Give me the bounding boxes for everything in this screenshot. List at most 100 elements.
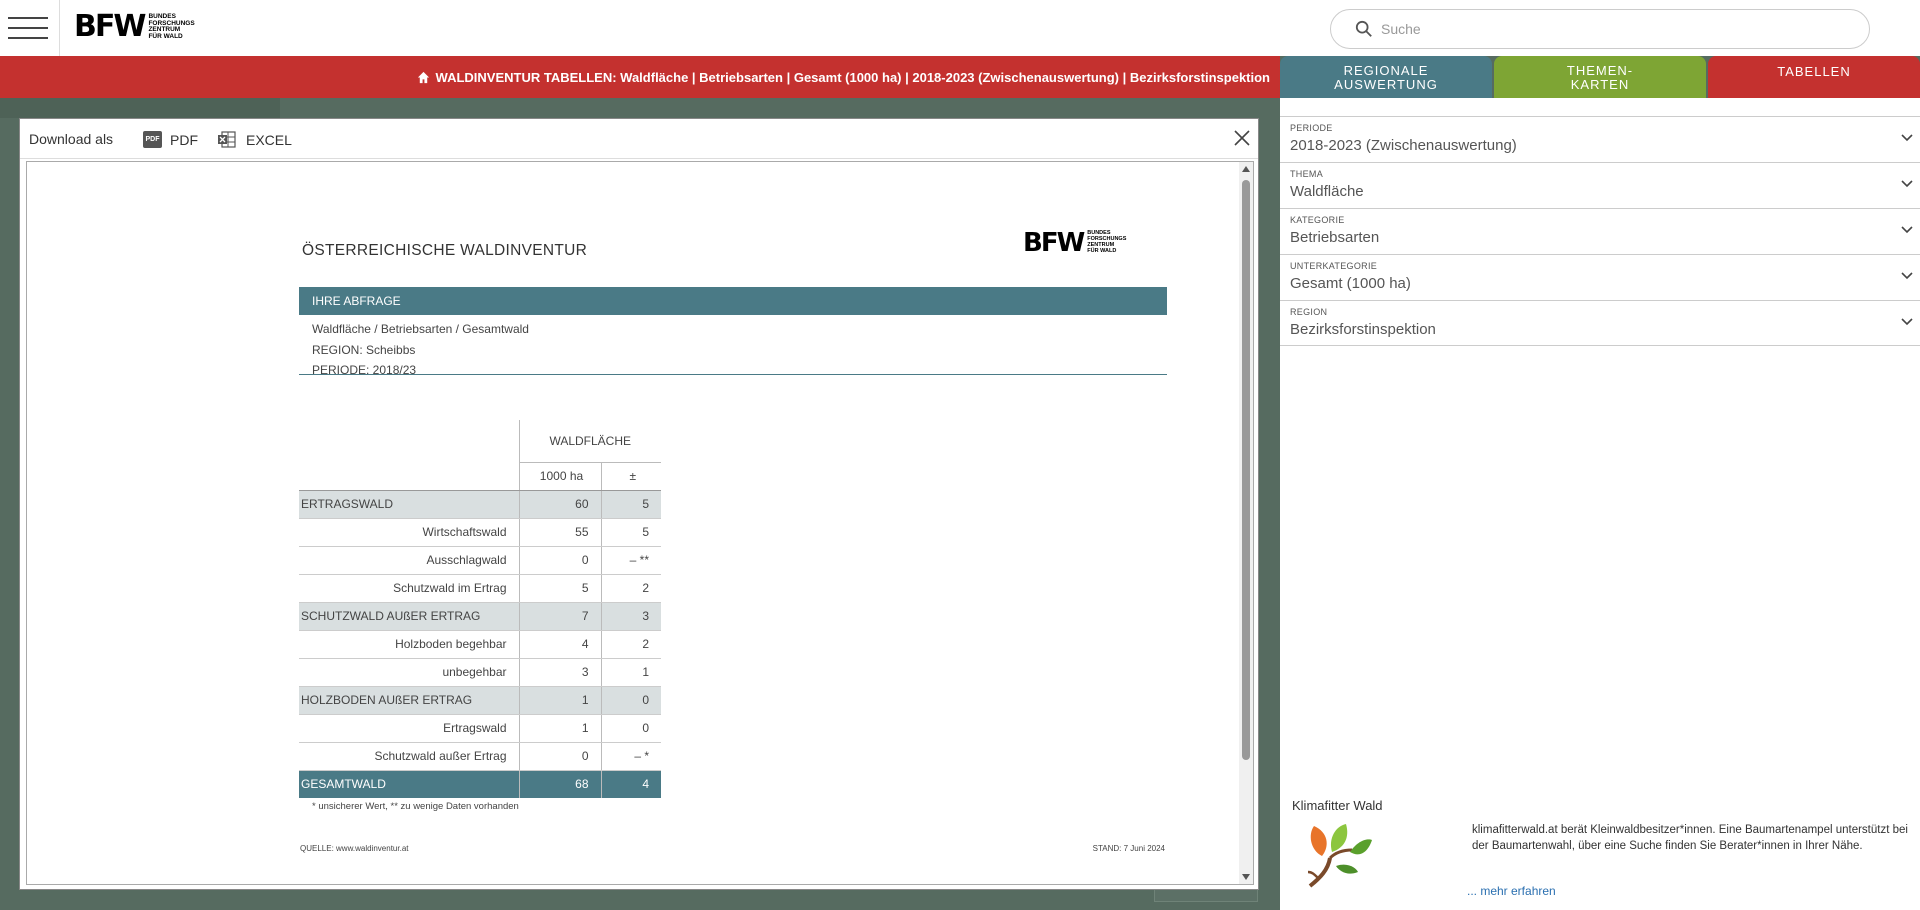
klimafitter-wald-promo: Klimafitter Wald klimafitterwald.at berä… bbox=[1292, 798, 1912, 898]
tab-themenkarten[interactable]: THEMEN- KARTEN bbox=[1494, 56, 1706, 98]
row-label: Schutzwald im Ertrag bbox=[299, 574, 519, 603]
stand-date: STAND: 7 Juni 2024 bbox=[1092, 844, 1165, 853]
bfw-logo[interactable]: BFW BUNDES FORSCHUNGS ZENTRUM FÜR WALD bbox=[74, 12, 208, 42]
query-line: REGION: Scheibbs bbox=[312, 342, 416, 357]
waldflaeche-table: WALDFLÄCHE 1000 ha ± ERTRAGSWALD 60 5 Wirts… bbox=[299, 420, 661, 798]
row-label: Wirtschaftswald bbox=[299, 518, 519, 547]
breadcrumb: WALDINVENTUR TABELLEN: Waldfläche | Betr… bbox=[417, 70, 1270, 85]
scroll-up-arrow-icon[interactable] bbox=[1242, 166, 1250, 172]
table-row: Holzboden begehbar 4 2 bbox=[299, 630, 661, 659]
row-label: HOLZBODEN AUßER ERTRAG bbox=[299, 686, 519, 715]
excel-label: EXCEL bbox=[246, 131, 292, 148]
row-value: 4 bbox=[518, 630, 601, 659]
filter-periode[interactable]: PERIODE 2018-2023 (Zwischenauswertung) bbox=[1280, 116, 1920, 162]
row-uncertainty: 5 bbox=[600, 518, 661, 547]
document-preview[interactable]: ÖSTERREICHISCHE WALDINVENTUR BFW BUNDES F… bbox=[26, 161, 1254, 885]
table-row: HOLZBODEN AUßER ERTRAG 1 0 bbox=[299, 686, 661, 715]
table-footnote: * unsicherer Wert, ** zu wenige Daten vo… bbox=[312, 801, 519, 812]
row-label: Ertragswald bbox=[299, 714, 519, 743]
mehr-erfahren-link[interactable]: ... mehr erfahren bbox=[1467, 884, 1556, 898]
row-value: 1 bbox=[518, 686, 601, 715]
pdf-file-icon: PDF bbox=[143, 131, 162, 148]
row-value: 7 bbox=[518, 602, 601, 631]
row-label: SCHUTZWALD AUßER ERTRAG bbox=[299, 602, 519, 631]
chevron-down-icon bbox=[1901, 226, 1913, 234]
search-box[interactable] bbox=[1330, 9, 1870, 49]
query-line: PERIODE: 2018/23 bbox=[312, 363, 417, 377]
row-label: Schutzwald außer Ertrag bbox=[299, 742, 519, 771]
filter-region[interactable]: REGION Bezirksforstinspektion bbox=[1280, 300, 1920, 346]
row-uncertainty: 0 bbox=[600, 714, 661, 743]
filter-label: THEMA bbox=[1290, 169, 1323, 179]
row-label: GESAMTWALD bbox=[299, 770, 519, 798]
table-row: Ertragswald 1 0 bbox=[299, 714, 661, 743]
filter-thema[interactable]: THEMA Waldfläche bbox=[1280, 162, 1920, 208]
scroll-down-arrow-icon[interactable] bbox=[1242, 874, 1250, 880]
row-value: 5 bbox=[518, 574, 601, 603]
table-row: Schutzwald außer Ertrag 0– * bbox=[299, 742, 661, 771]
tab-tabellen[interactable]: TABELLEN bbox=[1708, 56, 1920, 98]
table-header-row: WALDFLÄCHE bbox=[299, 420, 661, 463]
logo-mark: BFW bbox=[1023, 228, 1085, 258]
search-input[interactable] bbox=[1381, 16, 1851, 42]
background-strip bbox=[0, 98, 280, 118]
source-note: QUELLE: www.waldinventur.at bbox=[300, 844, 409, 853]
modal-toolbar: Download als PDF PDF EXCEL bbox=[20, 119, 1258, 159]
table-row: unbegehbar 3 1 bbox=[299, 658, 661, 687]
filter-value: 2018-2023 (Zwischenauswertung) bbox=[1290, 137, 1517, 154]
table-row: Ausschlagwald 0– ** bbox=[299, 546, 661, 575]
query-header: IHRE ABFRAGE bbox=[299, 287, 1167, 315]
hamburger-menu-button[interactable] bbox=[0, 0, 60, 56]
row-value: 0 bbox=[518, 546, 601, 575]
promo-title: Klimafitter Wald bbox=[1292, 798, 1383, 813]
top-header: BFW BUNDES FORSCHUNGS ZENTRUM FÜR WALD bbox=[0, 0, 1920, 56]
filter-label: UNTERKATEGORIE bbox=[1290, 261, 1378, 271]
close-icon[interactable] bbox=[1233, 129, 1251, 147]
row-label: Holzboden begehbar bbox=[299, 630, 519, 659]
table-row: GESAMTWALD 68 4 bbox=[299, 770, 661, 798]
home-icon[interactable] bbox=[417, 71, 430, 84]
download-modal: Download als PDF PDF EXCEL ÖSTERREICHISC… bbox=[19, 118, 1259, 890]
download-excel-button[interactable]: EXCEL bbox=[217, 131, 292, 148]
table-header: WALDFLÄCHE bbox=[518, 420, 661, 463]
filter-label: REGION bbox=[1290, 307, 1328, 317]
row-uncertainty: 5 bbox=[600, 490, 661, 519]
row-label: ERTRAGSWALD bbox=[299, 490, 519, 519]
filter-kategorie[interactable]: KATEGORIE Betriebsarten bbox=[1280, 208, 1920, 254]
main-tabs: REGIONALE AUSWERTUNG THEMEN- KARTEN TABELL… bbox=[1280, 56, 1920, 98]
filter-value: Betriebsarten bbox=[1290, 229, 1380, 246]
row-uncertainty: 3 bbox=[600, 602, 661, 631]
filter-value: Gesamt (1000 ha) bbox=[1290, 275, 1411, 292]
row-value: 3 bbox=[518, 658, 601, 687]
breadcrumb-text: WALDINVENTUR TABELLEN: Waldfläche | Betr… bbox=[435, 70, 1270, 85]
pdf-label: PDF bbox=[170, 131, 198, 148]
row-uncertainty: 4 bbox=[600, 770, 661, 798]
table-row: ERTRAGSWALD 60 5 bbox=[299, 490, 661, 519]
logo-subtitle: BUNDES FORSCHUNGS ZENTRUM FÜR WALD bbox=[1087, 230, 1127, 254]
filter-unterkategorie[interactable]: UNTERKATEGORIE Gesamt (1000 ha) bbox=[1280, 254, 1920, 300]
logo-mark: BFW bbox=[74, 9, 146, 44]
download-pdf-button[interactable]: PDF PDF bbox=[143, 131, 198, 148]
chevron-down-icon bbox=[1901, 272, 1913, 280]
row-uncertainty: – * bbox=[600, 742, 661, 771]
table-unit-row: 1000 ha ± bbox=[299, 462, 661, 491]
chevron-down-icon bbox=[1901, 134, 1913, 142]
row-value: 1 bbox=[518, 714, 601, 743]
row-label: unbegehbar bbox=[299, 658, 519, 687]
filter-label: KATEGORIE bbox=[1290, 215, 1345, 225]
tab-regionale-auswertung[interactable]: REGIONALE AUSWERTUNG bbox=[1280, 56, 1492, 98]
filter-value: Waldfläche bbox=[1290, 183, 1364, 200]
breadcrumb-bar: WALDINVENTUR TABELLEN: Waldfläche | Betr… bbox=[0, 56, 1280, 98]
scrollbar-thumb[interactable] bbox=[1242, 180, 1250, 760]
document-logo: BFW BUNDES FORSCHUNGS ZENTRUM FÜR WALD bbox=[1023, 230, 1135, 256]
row-value: 0 bbox=[518, 742, 601, 771]
filter-value: Bezirksforstinspektion bbox=[1290, 321, 1436, 338]
scrollbar[interactable] bbox=[1239, 162, 1253, 884]
pm-label: ± bbox=[600, 462, 661, 491]
tree-leaves-icon bbox=[1307, 824, 1372, 888]
filter-panel: PERIODE 2018-2023 (Zwischenauswertung) T… bbox=[1280, 98, 1920, 910]
row-value: 68 bbox=[518, 770, 601, 798]
unit-label: 1000 ha bbox=[518, 462, 601, 491]
filter-label: PERIODE bbox=[1290, 123, 1333, 133]
row-uncertainty: 2 bbox=[600, 630, 661, 659]
